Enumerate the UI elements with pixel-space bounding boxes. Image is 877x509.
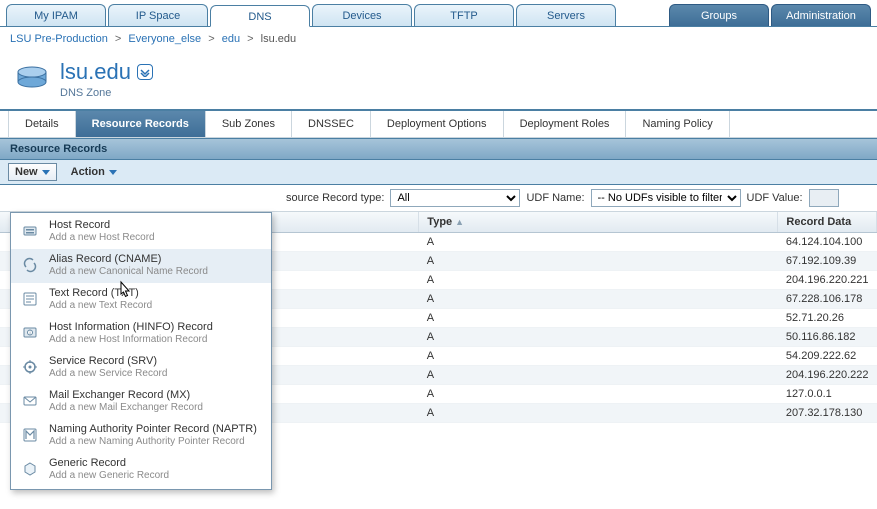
sub-tabs: Details Resource Records Sub Zones DNSSE… <box>0 109 877 138</box>
menu-item-title: Alias Record (CNAME) <box>49 253 208 265</box>
alias-icon <box>21 256 39 274</box>
menu-item-desc: Add a new Host Record <box>49 232 155 243</box>
menu-item-desc: Add a new Service Record <box>49 368 167 379</box>
breadcrumb: LSU Pre-Production > Everyone_else > edu… <box>0 27 877 51</box>
action-button-label: Action <box>71 166 105 178</box>
tab-dns[interactable]: DNS <box>210 5 310 27</box>
new-menu-item[interactable]: Service Record (SRV)Add a new Service Re… <box>11 351 271 385</box>
filter-type-label: source Record type: <box>286 192 384 204</box>
new-menu-item[interactable]: i Host Information (HINFO) RecordAdd a ne… <box>11 317 271 351</box>
tab-groups[interactable]: Groups <box>669 4 769 26</box>
cell-type: A <box>419 328 778 347</box>
svg-text:i: i <box>29 331 30 337</box>
tab-ip-space[interactable]: IP Space <box>108 4 208 26</box>
cell-record-data: 52.71.20.26 <box>778 309 877 328</box>
chevron-down-icon <box>42 170 50 175</box>
mx-icon <box>21 392 39 410</box>
menu-item-desc: Add a new Mail Exchanger Record <box>49 402 203 413</box>
menu-item-title: Host Information (HINFO) Record <box>49 321 213 333</box>
page-subtitle: DNS Zone <box>60 87 153 99</box>
filter-bar: source Record type: All UDF Name: -- No … <box>0 185 877 212</box>
subtab-dnssec[interactable]: DNSSEC <box>292 111 371 137</box>
new-menu-item[interactable]: Alias Record (CNAME)Add a new Canonical … <box>11 249 271 283</box>
menu-item-desc: Add a new Generic Record <box>49 470 169 481</box>
menu-item-desc: Add a new Naming Authority Pointer Recor… <box>49 436 257 447</box>
filter-udf-value-label: UDF Value: <box>747 192 803 204</box>
tab-my-ipam[interactable]: My IPAM <box>6 4 106 26</box>
cell-type: A <box>419 404 778 423</box>
action-button[interactable]: Action <box>65 163 123 181</box>
menu-item-title: Text Record (TXT) <box>49 287 152 299</box>
cell-record-data: 54.209.222.62 <box>778 347 877 366</box>
tab-administration[interactable]: Administration <box>771 4 871 26</box>
filter-type-select[interactable]: All <box>390 189 520 207</box>
new-button-label: New <box>15 166 38 178</box>
cell-record-data: 67.192.109.39 <box>778 252 877 271</box>
new-menu-dropdown: Host RecordAdd a new Host RecordAlias Re… <box>10 212 272 490</box>
subtab-naming-policy[interactable]: Naming Policy <box>626 111 729 137</box>
cell-record-data: 64.124.104.100 <box>778 233 877 252</box>
cell-record-data: 127.0.0.1 <box>778 385 877 404</box>
cell-type: A <box>419 271 778 290</box>
menu-item-title: Service Record (SRV) <box>49 355 167 367</box>
cell-type: A <box>419 233 778 252</box>
subtab-deployment-options[interactable]: Deployment Options <box>371 111 504 137</box>
col-record-data[interactable]: Record Data <box>778 212 877 233</box>
new-menu-item[interactable]: Naming Authority Pointer Record (NAPTR)A… <box>11 419 271 453</box>
menu-item-desc: Add a new Host Information Record <box>49 334 213 345</box>
new-menu-item[interactable]: Generic RecordAdd a new Generic Record <box>11 453 271 487</box>
breadcrumb-seg2[interactable]: Everyone_else <box>128 33 201 45</box>
cell-record-data: 50.116.86.182 <box>778 328 877 347</box>
toolbar: New Action <box>0 160 877 185</box>
tab-servers[interactable]: Servers <box>516 4 616 26</box>
page-title-block: lsu.edu DNS Zone <box>0 51 877 109</box>
zone-icon <box>14 60 50 99</box>
host-icon <box>21 222 39 240</box>
menu-item-desc: Add a new Canonical Name Record <box>49 266 208 277</box>
menu-item-title: Mail Exchanger Record (MX) <box>49 389 203 401</box>
subtab-details[interactable]: Details <box>8 111 76 137</box>
new-menu-item[interactable]: Host RecordAdd a new Host Record <box>11 215 271 249</box>
menu-item-title: Generic Record <box>49 457 169 469</box>
subtab-sub-zones[interactable]: Sub Zones <box>206 111 292 137</box>
filter-udf-name-label: UDF Name: <box>526 192 584 204</box>
new-menu-item[interactable]: Text Record (TXT)Add a new Text Record <box>11 283 271 317</box>
breadcrumb-seg3[interactable]: edu <box>222 33 240 45</box>
new-menu-item[interactable]: Mail Exchanger Record (MX)Add a new Mail… <box>11 385 271 419</box>
naptr-icon <box>21 426 39 444</box>
page-title: lsu.edu <box>60 59 131 85</box>
cell-type: A <box>419 290 778 309</box>
menu-item-title: Naming Authority Pointer Record (NAPTR) <box>49 423 257 435</box>
cell-record-data: 207.32.178.130 <box>778 404 877 423</box>
filter-udf-name-select[interactable]: -- No UDFs visible to filter <box>591 189 741 207</box>
cell-record-data: 67.228.106.178 <box>778 290 877 309</box>
cell-type: A <box>419 385 778 404</box>
panel-header: Resource Records <box>0 138 877 160</box>
generic-icon <box>21 460 39 478</box>
text-icon <box>21 290 39 308</box>
filter-udf-value-input[interactable] <box>809 189 839 207</box>
new-button[interactable]: New <box>8 163 57 181</box>
menu-item-title: Host Record <box>49 219 155 231</box>
cell-type: A <box>419 366 778 385</box>
tab-tftp[interactable]: TFTP <box>414 4 514 26</box>
sort-asc-icon: ▲ <box>455 217 464 227</box>
cell-record-data: 204.196.220.222 <box>778 366 877 385</box>
breadcrumb-root[interactable]: LSU Pre-Production <box>10 33 108 45</box>
subtab-resource-records[interactable]: Resource Records <box>76 111 206 137</box>
top-tabs: My IPAM IP Space DNS Devices TFTP Server… <box>0 0 877 27</box>
srv-icon <box>21 358 39 376</box>
tab-devices[interactable]: Devices <box>312 4 412 26</box>
title-expand-icon[interactable] <box>137 64 153 80</box>
col-type[interactable]: Type▲ <box>419 212 778 233</box>
breadcrumb-current: lsu.edu <box>261 33 296 45</box>
cell-type: A <box>419 309 778 328</box>
cell-record-data: 204.196.220.221 <box>778 271 877 290</box>
hinfo-icon: i <box>21 324 39 342</box>
chevron-down-icon <box>109 170 117 175</box>
cell-type: A <box>419 252 778 271</box>
cell-type: A <box>419 347 778 366</box>
subtab-deployment-roles[interactable]: Deployment Roles <box>504 111 627 137</box>
menu-item-desc: Add a new Text Record <box>49 300 152 311</box>
